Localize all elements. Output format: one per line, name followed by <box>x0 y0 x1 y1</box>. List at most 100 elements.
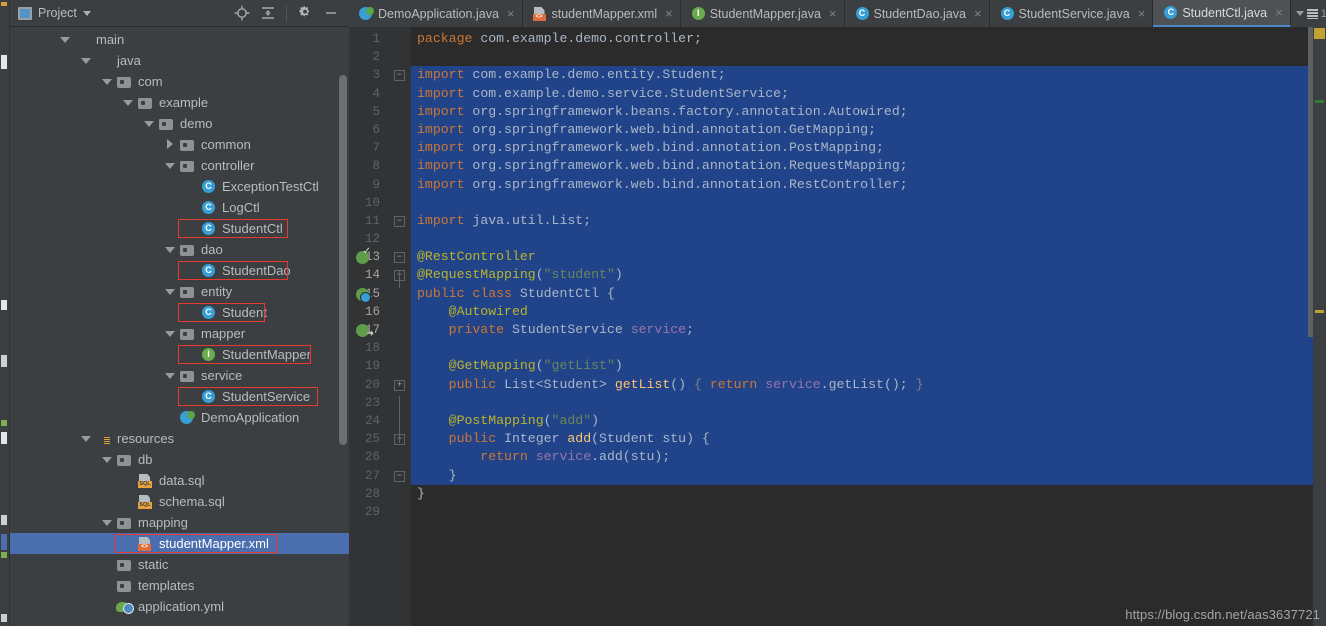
code-line[interactable]: import com.example.demo.entity.Student; <box>411 66 1326 85</box>
chevron-down-icon[interactable] <box>165 286 176 297</box>
tree-item-dao[interactable]: dao <box>10 239 349 260</box>
tree-item-com[interactable]: com <box>10 71 349 92</box>
editor-marker-strip[interactable] <box>1313 27 1326 626</box>
code-line[interactable]: import com.example.demo.service.StudentS… <box>411 84 1326 103</box>
code-line[interactable]: @RestController <box>411 248 1326 267</box>
close-icon[interactable]: × <box>1275 6 1283 19</box>
project-tree[interactable]: main java com example demo common controller Ex… <box>10 27 349 626</box>
tree-item-studentctl[interactable]: StudentCtl <box>10 218 349 239</box>
tree-item-example[interactable]: example <box>10 92 349 113</box>
code-line[interactable]: import org.springframework.web.bind.anno… <box>411 157 1326 176</box>
tree-item-db[interactable]: db <box>10 449 349 470</box>
tree-item-studentservice[interactable]: StudentService <box>10 386 349 407</box>
code-line[interactable]: } <box>411 466 1326 485</box>
tab-list-icon[interactable] <box>1306 8 1318 19</box>
tab-overflow-control[interactable]: 1 <box>1290 0 1326 27</box>
tree-item-entity[interactable]: entity <box>10 281 349 302</box>
editor-tab-studentctl-java[interactable]: StudentCtl.java × <box>1153 0 1291 27</box>
spring-bean-check-icon[interactable] <box>356 248 371 265</box>
code-fold-toggle[interactable]: + <box>394 379 405 391</box>
chevron-down-icon[interactable] <box>165 160 176 171</box>
tree-item-resources[interactable]: resources <box>10 428 349 449</box>
code-line[interactable] <box>411 393 1326 412</box>
code-line[interactable]: } <box>411 485 1326 503</box>
code-line[interactable]: import org.springframework.web.bind.anno… <box>411 139 1326 158</box>
tree-item-templates[interactable]: templates <box>10 575 349 596</box>
warning-marker[interactable] <box>1314 28 1325 39</box>
code-line[interactable]: @Autowired <box>411 302 1326 321</box>
code-line[interactable] <box>411 339 1326 358</box>
code-line[interactable]: import org.springframework.beans.factory… <box>411 102 1326 121</box>
tree-item-static[interactable]: static <box>10 554 349 575</box>
editor-tab-bar[interactable]: DemoApplication.java×studentMapper.xml×S… <box>349 0 1326 27</box>
tree-item-studentmapper-xml[interactable]: studentMapper.xml <box>10 533 349 554</box>
chevron-down-icon[interactable] <box>144 118 155 129</box>
tree-item-data-sql[interactable]: data.sql <box>10 470 349 491</box>
tree-item-demoapplication[interactable]: DemoApplication <box>10 407 349 428</box>
chevron-right-icon[interactable] <box>165 139 176 150</box>
code-line[interactable] <box>411 193 1326 212</box>
tree-item-demo[interactable]: demo <box>10 113 349 134</box>
code-pane[interactable]: 123−4567891011−1213−14−151617181920+2324… <box>349 27 1326 626</box>
code-line[interactable]: @GetMapping("getList") <box>411 357 1326 376</box>
minimize-panel-icon[interactable] <box>323 5 339 21</box>
code-line[interactable]: private StudentService service; <box>411 321 1326 340</box>
tree-item-controller[interactable]: controller <box>10 155 349 176</box>
chevron-down-icon[interactable] <box>82 10 91 16</box>
editor-tab-studentmapper-java[interactable]: StudentMapper.java × <box>681 0 845 27</box>
code-line[interactable]: return service.add(stu); <box>411 448 1326 467</box>
tree-item-common[interactable]: common <box>10 134 349 155</box>
tree-item-exceptiontestctl[interactable]: ExceptionTestCtl <box>10 176 349 197</box>
code-fold-toggle[interactable]: − <box>394 70 405 82</box>
project-tree-scrollbar[interactable] <box>339 75 347 445</box>
close-icon[interactable]: × <box>665 7 673 20</box>
vcs-added-marker[interactable] <box>1315 100 1324 103</box>
tree-item-mapping[interactable]: mapping <box>10 512 349 533</box>
chevron-down-icon[interactable] <box>1295 11 1304 16</box>
chevron-down-icon[interactable] <box>165 328 176 339</box>
code-fold-toggle[interactable]: − <box>394 470 405 482</box>
close-icon[interactable]: × <box>1138 7 1146 20</box>
chevron-down-icon[interactable] <box>165 244 176 255</box>
tree-item-mapper[interactable]: mapper <box>10 323 349 344</box>
tree-item-studentmapper[interactable]: StudentMapper <box>10 344 349 365</box>
editor-gutter[interactable]: 123−4567891011−1213−14−151617181920+2324… <box>349 27 411 626</box>
chevron-down-icon[interactable] <box>81 55 92 66</box>
code-line[interactable]: import org.springframework.web.bind.anno… <box>411 175 1326 194</box>
code-line[interactable]: public Integer add(Student stu) { <box>411 430 1326 449</box>
code-line[interactable] <box>411 503 1326 521</box>
editor-tab-studentdao-java[interactable]: StudentDao.java × <box>845 0 990 27</box>
tree-item-student[interactable]: Student <box>10 302 349 323</box>
tree-item-application-yml[interactable]: application.yml <box>10 596 349 617</box>
code-line[interactable] <box>411 230 1326 249</box>
warning-marker-2[interactable] <box>1315 310 1324 313</box>
editor-tab-studentservice-java[interactable]: StudentService.java × <box>990 0 1154 27</box>
code-line[interactable]: @PostMapping("add") <box>411 411 1326 431</box>
tree-item-main[interactable]: main <box>10 29 349 50</box>
settings-gear-icon[interactable] <box>297 5 313 21</box>
chevron-down-icon[interactable] <box>123 97 134 108</box>
code-fold-toggle[interactable]: − <box>394 252 405 264</box>
locate-in-tree-icon[interactable] <box>234 5 250 21</box>
code-text-area[interactable]: package com.example.demo.controller; imp… <box>411 27 1326 626</box>
code-line[interactable]: public List<Student> getList() { return … <box>411 375 1326 394</box>
chevron-down-icon[interactable] <box>102 76 113 87</box>
code-fold-toggle[interactable]: − <box>394 215 405 227</box>
code-line[interactable]: import org.springframework.web.bind.anno… <box>411 120 1326 140</box>
code-line[interactable]: @RequestMapping("student") <box>411 266 1326 285</box>
code-line[interactable]: public class StudentCtl { <box>411 284 1326 303</box>
chevron-down-icon[interactable] <box>102 517 113 528</box>
tree-item-java[interactable]: java <box>10 50 349 71</box>
tree-item-service[interactable]: service <box>10 365 349 386</box>
close-icon[interactable]: × <box>829 7 837 20</box>
tree-item-logctl[interactable]: LogCtl <box>10 197 349 218</box>
collapse-all-icon[interactable] <box>260 5 276 21</box>
editor-tab-demoapplication-java[interactable]: DemoApplication.java × <box>349 0 523 27</box>
tree-item-studentdao[interactable]: StudentDao <box>10 260 349 281</box>
close-icon[interactable]: × <box>507 7 515 20</box>
spring-bean-class-icon[interactable] <box>356 287 371 303</box>
code-line[interactable]: import java.util.List; <box>411 211 1326 231</box>
code-line[interactable] <box>411 48 1326 66</box>
chevron-down-icon[interactable] <box>81 433 92 444</box>
close-icon[interactable]: × <box>974 7 982 20</box>
